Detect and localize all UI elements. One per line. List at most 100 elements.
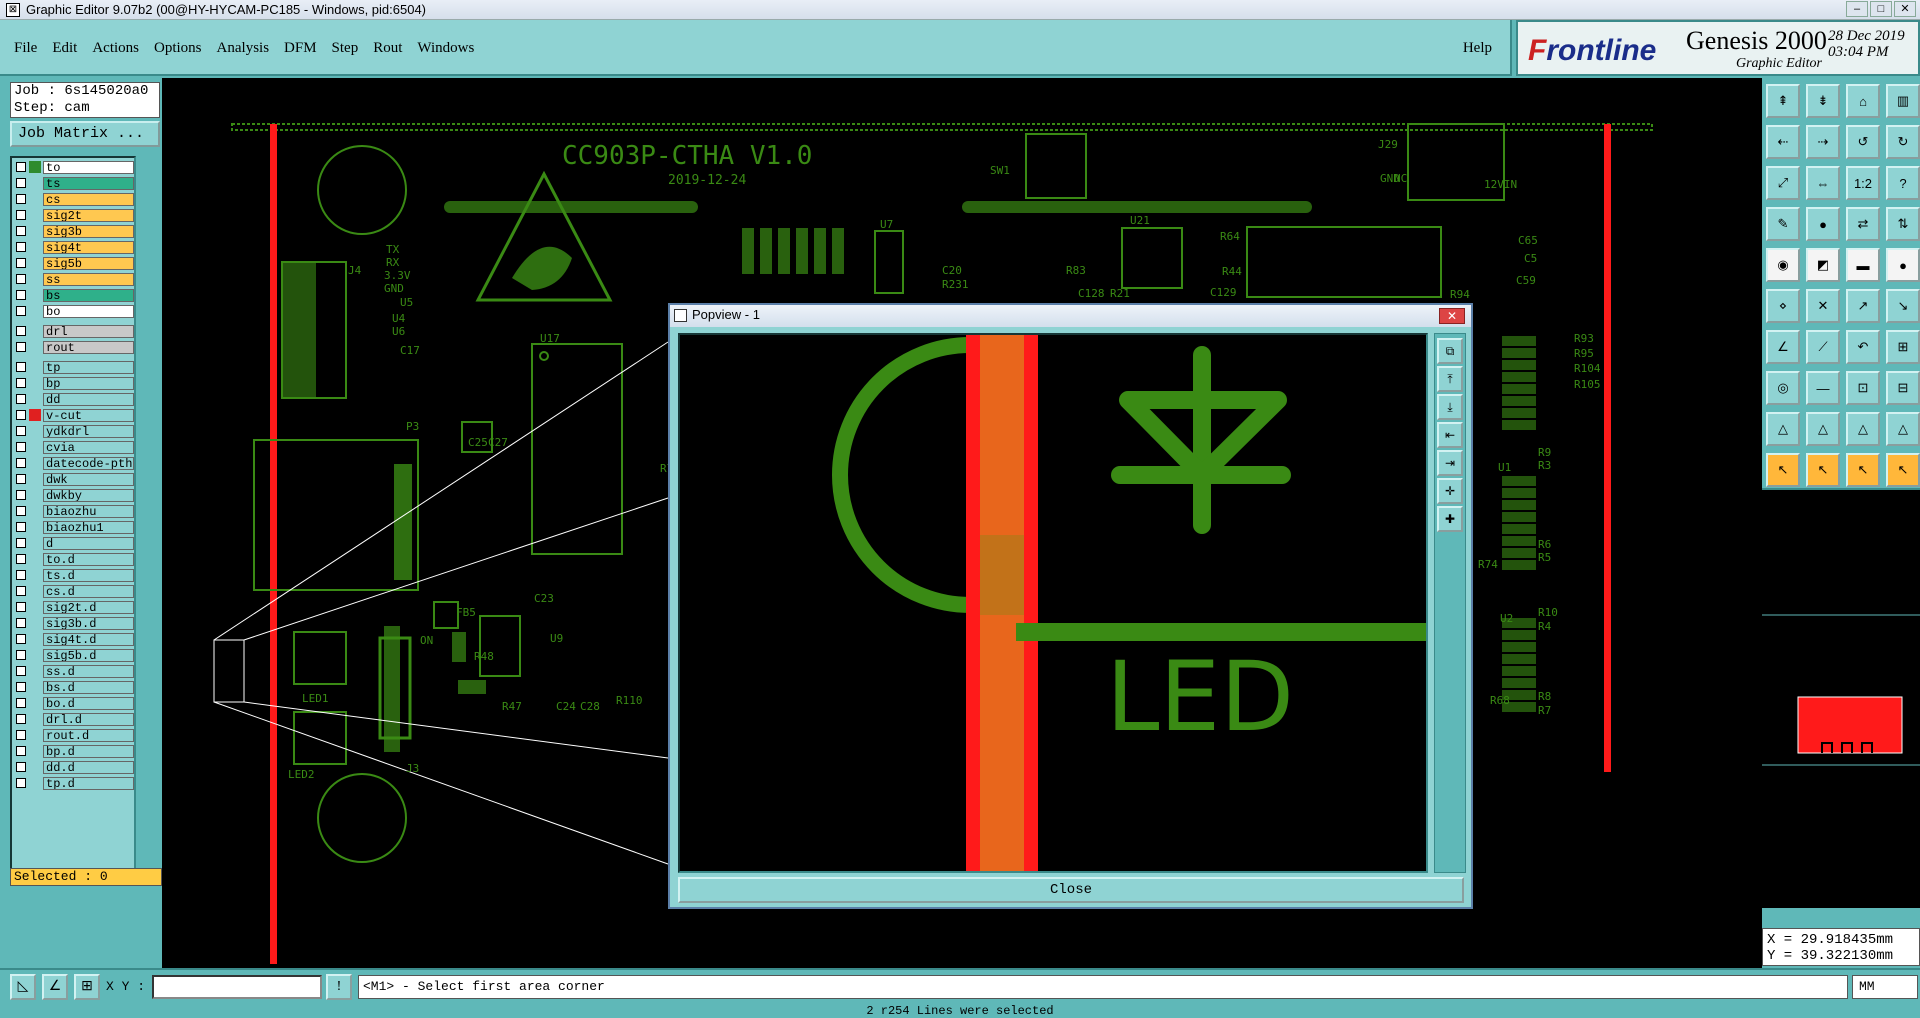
- layer-row[interactable]: biaozhu1: [16, 520, 134, 534]
- layer-name[interactable]: ydkdrl: [43, 424, 134, 438]
- layer-name[interactable]: cs.d: [43, 584, 134, 598]
- tool-button-icon[interactable]: ◎: [1766, 371, 1800, 405]
- tool-button-icon[interactable]: ⊡: [1846, 371, 1880, 405]
- tool-button-icon[interactable]: △: [1846, 412, 1880, 446]
- popview-fit-icon[interactable]: ⧉: [1437, 338, 1463, 364]
- menu-step[interactable]: Step: [332, 40, 359, 57]
- tool-button-icon[interactable]: ⊟: [1886, 371, 1920, 405]
- layer-name[interactable]: datecode-pth: [43, 456, 134, 470]
- layer-name[interactable]: dwk: [43, 472, 134, 486]
- layer-row[interactable]: dd.d: [16, 760, 134, 774]
- layer-row[interactable]: ydkdrl: [16, 424, 134, 438]
- layer-row[interactable]: sig2t.d: [16, 600, 134, 614]
- layer-name[interactable]: to: [43, 160, 134, 174]
- snap-icon[interactable]: ◺: [10, 974, 36, 1000]
- layer-row[interactable]: rout.d: [16, 728, 134, 742]
- popview-zoom-out-icon[interactable]: ✚: [1437, 506, 1463, 532]
- units-select[interactable]: MM: [1852, 975, 1918, 999]
- tool-button-icon[interactable]: ↺: [1846, 125, 1880, 159]
- layer-checkbox[interactable]: [16, 242, 26, 252]
- layer-checkbox[interactable]: [16, 410, 26, 420]
- layer-name[interactable]: cs: [43, 192, 134, 206]
- layer-checkbox[interactable]: [16, 538, 26, 548]
- layer-name[interactable]: ss.d: [43, 664, 134, 678]
- tool-button-icon[interactable]: △: [1766, 412, 1800, 446]
- layer-checkbox[interactable]: [16, 474, 26, 484]
- tool-button-icon[interactable]: ⇟: [1806, 84, 1840, 118]
- tool-button-icon[interactable]: ↖: [1766, 453, 1800, 487]
- tool-button-icon[interactable]: ⇠: [1766, 125, 1800, 159]
- tool-button-icon[interactable]: ⇞: [1766, 84, 1800, 118]
- layer-name[interactable]: d: [43, 536, 134, 550]
- tool-button-icon[interactable]: △: [1886, 412, 1920, 446]
- menu-edit[interactable]: Edit: [52, 40, 77, 57]
- layer-row[interactable]: ss: [16, 272, 134, 286]
- tool-button-icon[interactable]: ✕: [1806, 289, 1840, 323]
- layer-row[interactable]: rout: [16, 340, 134, 354]
- layer-name[interactable]: bs.d: [43, 680, 134, 694]
- layer-checkbox[interactable]: [16, 586, 26, 596]
- layer-row[interactable]: datecode-pth: [16, 456, 134, 470]
- layer-name[interactable]: bp: [43, 376, 134, 390]
- layer-row[interactable]: sig3b.d: [16, 616, 134, 630]
- layer-name[interactable]: sig5b: [43, 256, 134, 270]
- tool-button-icon[interactable]: ⇅: [1886, 207, 1920, 241]
- layer-row[interactable]: dwk: [16, 472, 134, 486]
- layer-name[interactable]: biaozhu1: [43, 520, 134, 534]
- close-window-button[interactable]: ✕: [1894, 1, 1916, 17]
- menu-options[interactable]: Options: [154, 40, 202, 57]
- info-icon[interactable]: !: [326, 974, 352, 1000]
- popview-canvas[interactable]: LED: [678, 333, 1428, 873]
- layer-checkbox[interactable]: [16, 210, 26, 220]
- layer-checkbox[interactable]: [16, 342, 26, 352]
- layer-name[interactable]: bo: [43, 304, 134, 318]
- layer-row[interactable]: bs.d: [16, 680, 134, 694]
- layer-row[interactable]: tp.d: [16, 776, 134, 790]
- layer-checkbox[interactable]: [16, 306, 26, 316]
- layer-name[interactable]: dwkby: [43, 488, 134, 502]
- layer-row[interactable]: cvia: [16, 440, 134, 454]
- layer-checkbox[interactable]: [16, 714, 26, 724]
- tool-button-icon[interactable]: ↖: [1886, 453, 1920, 487]
- layer-row[interactable]: bp.d: [16, 744, 134, 758]
- popview-zoom-in-icon[interactable]: ✛: [1437, 478, 1463, 504]
- layer-row[interactable]: drl: [16, 324, 134, 338]
- layer-name[interactable]: rout: [43, 340, 134, 354]
- layer-row[interactable]: v-cut: [16, 408, 134, 422]
- layer-name[interactable]: ts.d: [43, 568, 134, 582]
- layer-name[interactable]: sig3b: [43, 224, 134, 238]
- popview-close-icon[interactable]: ✕: [1439, 308, 1465, 324]
- tool-button-icon[interactable]: ●: [1886, 248, 1920, 282]
- layer-checkbox[interactable]: [16, 666, 26, 676]
- tool-button-icon[interactable]: ⇢: [1806, 125, 1840, 159]
- tool-button-icon[interactable]: ↻: [1886, 125, 1920, 159]
- layer-name[interactable]: biaozhu: [43, 504, 134, 518]
- tool-button-icon[interactable]: ⟋: [1806, 330, 1840, 364]
- popview-top-icon[interactable]: ⤒: [1437, 366, 1463, 392]
- layer-checkbox[interactable]: [16, 650, 26, 660]
- layer-row[interactable]: drl.d: [16, 712, 134, 726]
- layer-name[interactable]: cvia: [43, 440, 134, 454]
- layer-checkbox[interactable]: [16, 326, 26, 336]
- layer-row[interactable]: d: [16, 536, 134, 550]
- popview-right-icon[interactable]: ⇥: [1437, 450, 1463, 476]
- menu-actions[interactable]: Actions: [92, 40, 139, 57]
- layer-checkbox[interactable]: [16, 746, 26, 756]
- layer-checkbox[interactable]: [16, 682, 26, 692]
- menu-dfm[interactable]: DFM: [284, 40, 317, 57]
- layer-checkbox[interactable]: [16, 274, 26, 284]
- tool-button-icon[interactable]: ⊞: [1886, 330, 1920, 364]
- layer-checkbox[interactable]: [16, 194, 26, 204]
- layer-row[interactable]: ts.d: [16, 568, 134, 582]
- menu-rout[interactable]: Rout: [373, 40, 402, 57]
- menu-help[interactable]: Help: [1463, 40, 1492, 57]
- tool-button-icon[interactable]: ▬: [1846, 248, 1880, 282]
- layer-checkbox[interactable]: [16, 602, 26, 612]
- layer-name[interactable]: bo.d: [43, 696, 134, 710]
- tool-button-icon[interactable]: ∠: [1766, 330, 1800, 364]
- layer-checkbox[interactable]: [16, 778, 26, 788]
- layer-row[interactable]: cs.d: [16, 584, 134, 598]
- menu-windows[interactable]: Windows: [417, 40, 474, 57]
- layer-checkbox[interactable]: [16, 290, 26, 300]
- tool-button-icon[interactable]: ↖: [1806, 453, 1840, 487]
